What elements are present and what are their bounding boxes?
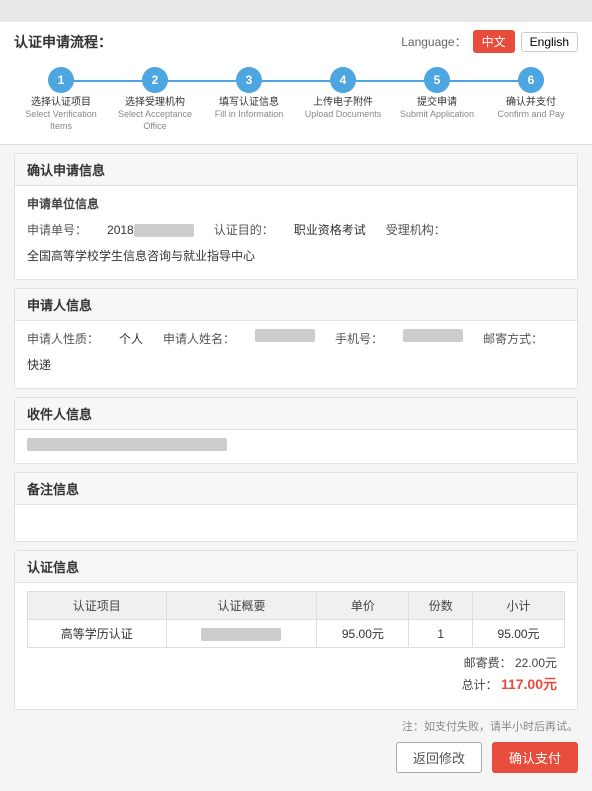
- cell-summary: [166, 620, 317, 648]
- cert-table: 认证项目 认证概要 单价 份数 小计 高等学历认证 95.00元: [27, 591, 565, 648]
- name-blurred: [255, 329, 315, 342]
- step-3-circle: 3: [236, 67, 262, 93]
- renzheng-label: 认证目的：: [214, 220, 274, 242]
- confirm-info-header: 确认申请信息: [15, 154, 577, 186]
- applicant-unit-title-row: 申请单位信息: [27, 194, 565, 216]
- step-6-circle: 6: [518, 67, 544, 93]
- cert-info-header: 认证信息: [15, 551, 577, 583]
- cert-info-body: 认证项目 认证概要 单价 份数 小计 高等学历认证 95.00元: [15, 583, 577, 709]
- step-3-label-cn: 填写认证信息: [219, 96, 279, 109]
- total-value: 117.00元: [501, 676, 557, 692]
- cell-count: 1: [409, 620, 473, 648]
- back-button[interactable]: 返回修改: [396, 742, 482, 773]
- step-5-label-cn: 提交申请: [417, 96, 457, 109]
- language-section: Language： 中文 English: [401, 30, 578, 53]
- postage-label: 邮寄费：: [464, 656, 512, 670]
- step-5: 5 提交申请 Submit Application: [390, 67, 484, 121]
- step-5-circle: 5: [424, 67, 450, 93]
- page-title: 认证申请流程：: [14, 32, 112, 52]
- applicant-detail-row: 申请人性质： 个人 申请人姓名： 手机号： 邮寄方式： 快递: [27, 329, 565, 376]
- address-blurred: [27, 438, 227, 451]
- shenqing-label: 申请单号：: [27, 220, 87, 242]
- confirm-button[interactable]: 确认支付: [492, 742, 578, 773]
- zhiwei-value: 个人: [119, 329, 143, 351]
- language-label: Language：: [401, 33, 466, 50]
- cell-project: 高等学历认证: [28, 620, 167, 648]
- total-row: 总计： 117.00元: [27, 674, 557, 694]
- remark-info-header: 备注信息: [15, 473, 577, 505]
- step-2-label-en: Select Acceptance Office: [108, 109, 202, 132]
- table-row: 高等学历认证 95.00元 1 95.00元: [28, 620, 565, 648]
- shouliji-value: 全国高等学校学生信息咨询与就业指导中心: [27, 246, 255, 268]
- main-content: 确认申请信息 申请单位信息 申请单号： 2018 认证目的： 职业资格考试 受理…: [0, 145, 592, 791]
- step-1-circle: 1: [48, 67, 74, 93]
- shenqing-value: 2018: [107, 220, 194, 242]
- lang-cn-button[interactable]: 中文: [473, 30, 515, 53]
- top-bar: [0, 0, 592, 22]
- step-1-label-cn: 选择认证项目: [31, 96, 91, 109]
- cert-info-card: 认证信息 认证项目 认证概要 单价 份数 小计 高等学历认证: [14, 550, 578, 710]
- step-6-label-en: Confirm and Pay: [497, 109, 564, 121]
- postage-row: 邮寄费： 22.00元: [27, 654, 557, 671]
- mail-value: 快递: [27, 355, 51, 377]
- receiver-info-body: [15, 430, 577, 463]
- name-label: 申请人姓名：: [163, 329, 235, 351]
- totals-section: 邮寄费： 22.00元 总计： 117.00元: [27, 648, 565, 701]
- applicant-info-header: 申请人信息: [15, 289, 577, 321]
- col-project: 认证项目: [28, 592, 167, 620]
- step-3: 3 填写认证信息 Fill in Information: [202, 67, 296, 121]
- header-section: 认证申请流程： Language： 中文 English 1 选择认证项目 Se…: [0, 22, 592, 145]
- applicant-info-card: 申请人信息 申请人性质： 个人 申请人姓名： 手机号： 邮寄方式： 快递: [14, 288, 578, 389]
- step-4-label-cn: 上传电子附件: [313, 96, 373, 109]
- cert-table-header-row: 认证项目 认证概要 单价 份数 小计: [28, 592, 565, 620]
- col-count: 份数: [409, 592, 473, 620]
- lang-en-button[interactable]: English: [521, 32, 578, 52]
- confirm-info-card: 确认申请信息 申请单位信息 申请单号： 2018 认证目的： 职业资格考试 受理…: [14, 153, 578, 280]
- shouliji-label: 受理机构：: [386, 220, 446, 242]
- step-6-label-cn: 确认并支付: [506, 96, 556, 109]
- renzheng-value: 职业资格考试: [294, 220, 366, 242]
- zhiwei-label: 申请人性质：: [27, 329, 99, 351]
- shenqing-blurred: [134, 224, 194, 237]
- applicant-info-body: 申请人性质： 个人 申请人姓名： 手机号： 邮寄方式： 快递: [15, 321, 577, 388]
- receiver-info-card: 收件人信息: [14, 397, 578, 464]
- applicant-unit-title: 申请单位信息: [27, 194, 99, 216]
- step-3-label-en: Fill in Information: [215, 109, 284, 121]
- phone-label: 手机号：: [335, 329, 383, 351]
- step-4-circle: 4: [330, 67, 356, 93]
- step-2-label-cn: 选择受理机构: [125, 96, 185, 109]
- mail-label: 邮寄方式：: [483, 329, 543, 351]
- remark-info-body: [15, 505, 577, 541]
- step-1-label-en: Select Verification Items: [14, 109, 108, 132]
- phone-blurred: [403, 329, 463, 342]
- steps-row: 1 选择认证项目 Select Verification Items 2 选择受…: [14, 61, 578, 136]
- receiver-info-header: 收件人信息: [15, 398, 577, 430]
- step-6: 6 确认并支付 Confirm and Pay: [484, 67, 578, 121]
- step-2-circle: 2: [142, 67, 168, 93]
- postage-value: 22.00元: [515, 656, 557, 670]
- receiver-address-row: [27, 438, 565, 451]
- note-text: 注：如支付失败，请半小时后再试。: [14, 718, 578, 734]
- action-row: 返回修改 确认支付: [14, 742, 578, 783]
- step-5-label-en: Submit Application: [400, 109, 474, 121]
- confirm-info-body: 申请单位信息 申请单号： 2018 认证目的： 职业资格考试 受理机构： 全国高…: [15, 186, 577, 279]
- step-2: 2 选择受理机构 Select Acceptance Office: [108, 67, 202, 132]
- col-unit-price: 单价: [317, 592, 409, 620]
- cell-unit-price: 95.00元: [317, 620, 409, 648]
- step-1: 1 选择认证项目 Select Verification Items: [14, 67, 108, 132]
- cell-subtotal: 95.00元: [473, 620, 565, 648]
- col-summary: 认证概要: [166, 592, 317, 620]
- col-subtotal: 小计: [473, 592, 565, 620]
- remark-info-card: 备注信息: [14, 472, 578, 542]
- total-label: 总计：: [462, 678, 498, 692]
- step-4-label-en: Upload Documents: [305, 109, 382, 121]
- shenqing-row: 申请单号： 2018 认证目的： 职业资格考试 受理机构： 全国高等学校学生信息…: [27, 220, 565, 267]
- step-4: 4 上传电子附件 Upload Documents: [296, 67, 390, 121]
